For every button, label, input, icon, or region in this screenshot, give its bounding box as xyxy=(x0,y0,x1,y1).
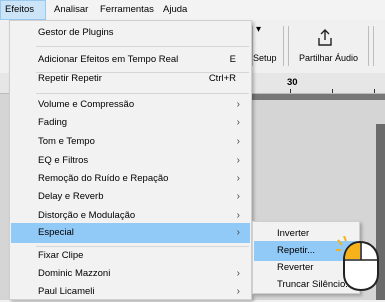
chevron-down-icon[interactable]: ▾ xyxy=(256,24,261,35)
toolbar-divider xyxy=(283,26,284,66)
chevron-right-icon: › xyxy=(236,173,240,184)
shortcut-label: E xyxy=(229,54,236,65)
menu-item-pin-clip[interactable]: Fixar Clipe xyxy=(11,246,250,266)
menu-item-noise-removal[interactable]: Remoção do Ruído e Repação › xyxy=(11,169,250,189)
menu-item-label: EQ e Filtros xyxy=(38,155,89,166)
menu-item-realtime-effects[interactable]: Adicionar Efeitos em Tempo Real E xyxy=(11,50,250,70)
menu-item-label: Gestor de Plugins xyxy=(38,27,114,38)
chevron-right-icon: › xyxy=(236,268,240,279)
menu-item-label: Remoção do Ruído e Repação xyxy=(38,173,169,184)
chevron-right-icon: › xyxy=(236,117,240,128)
menu-item-label: Dominic Mazzoni xyxy=(38,268,111,279)
menu-item-delay-reverb[interactable]: Delay e Reverb › xyxy=(11,187,250,207)
menu-item-dominic-mazzoni[interactable]: Dominic Mazzoni › xyxy=(11,264,250,284)
toolbar-divider xyxy=(288,26,289,66)
menu-ajuda[interactable]: Ajuda xyxy=(159,0,191,20)
menu-item-paul-licameli[interactable]: Paul Licameli › xyxy=(11,282,250,302)
track-header-bar xyxy=(245,94,385,100)
chevron-right-icon: › xyxy=(236,191,240,202)
menu-item-label: Repetir Repetir xyxy=(38,73,102,84)
shortcut-label: Ctrl+R xyxy=(208,73,236,84)
mouse-click-icon xyxy=(336,236,379,292)
menu-analisar[interactable]: Analisar xyxy=(50,0,92,20)
menu-item-special[interactable]: Especial › xyxy=(11,223,250,243)
menu-item-label: Tom e Tempo xyxy=(38,136,95,147)
menu-item-eq-filters[interactable]: EQ e Filtros › xyxy=(11,151,250,171)
chevron-right-icon: › xyxy=(236,99,240,110)
chevron-right-icon: › xyxy=(236,155,240,166)
menu-bar: Efeitos Analisar Ferramentas Ajuda xyxy=(0,0,385,20)
setup-button[interactable]: Setup xyxy=(253,53,277,63)
toolbar-divider xyxy=(373,26,374,66)
menu-item-label: Delay e Reverb xyxy=(38,191,104,202)
menu-item-label: Volume e Compressão xyxy=(38,99,135,110)
menu-item-label: Fixar Clipe xyxy=(38,250,84,261)
share-audio-button[interactable]: Partilhar Áudio xyxy=(299,53,358,63)
menu-item-label: Adicionar Efeitos em Tempo Real xyxy=(38,54,179,65)
chevron-right-icon: › xyxy=(236,136,240,147)
share-icon[interactable] xyxy=(317,29,333,47)
menu-item-label: Especial xyxy=(38,227,74,238)
menu-item-fading[interactable]: Fading › xyxy=(11,113,250,133)
chevron-right-icon: › xyxy=(236,286,240,297)
ruler-label: 30 xyxy=(287,77,298,88)
menu-item-label: Paul Licameli xyxy=(38,286,95,297)
ruler-tick xyxy=(290,89,291,93)
toolbar-divider xyxy=(368,26,369,66)
menu-item-plugin-manager[interactable]: Gestor de Plugins xyxy=(11,23,250,43)
ruler-tick xyxy=(374,89,375,93)
chevron-right-icon: › xyxy=(236,227,240,238)
menu-separator xyxy=(36,46,249,47)
menu-ferramentas[interactable]: Ferramentas xyxy=(96,0,158,20)
menu-item-pitch-tempo[interactable]: Tom e Tempo › xyxy=(11,132,250,152)
menu-item-repeat-last[interactable]: Repetir Repetir Ctrl+R xyxy=(11,69,250,89)
menu-item-label: Fading xyxy=(38,117,68,128)
ruler-tick xyxy=(332,89,333,93)
menu-item-volume-compression[interactable]: Volume e Compressão › xyxy=(11,95,250,115)
effects-menu: Gestor de Plugins Adicionar Efeitos em T… xyxy=(9,20,252,300)
menu-separator xyxy=(36,93,249,94)
menu-efeitos[interactable]: Efeitos xyxy=(0,0,46,20)
